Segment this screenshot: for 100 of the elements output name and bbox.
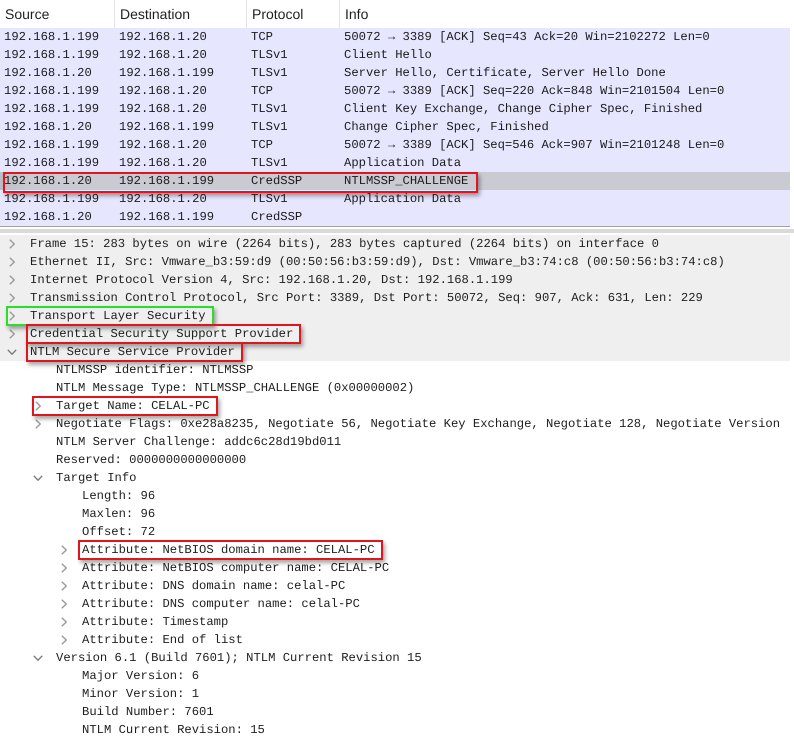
chevron-right-icon[interactable] [61, 545, 67, 555]
chevron-right-icon[interactable] [35, 419, 41, 429]
table-cell-text: 192.168.1.20 [118, 137, 208, 154]
table-cell-text: 50072 → 3389 [ACK] Seq=220 Ack=848 Win=2101504 Len=0 [343, 83, 724, 100]
table-cell-text: 192.168.1.199 [118, 119, 216, 136]
table-cell-text: 192.168.1.20 [3, 119, 93, 136]
tree-item[interactable]: Internet Protocol Version 4, Src: 192.168.1.20, Dst: 192.168.1.199 [0, 271, 790, 289]
table-cell-text: TCP [250, 29, 274, 46]
tree-item[interactable]: Attribute: DNS computer name: celal-PC [58, 595, 360, 613]
tree-item[interactable]: Transmission Control Protocol, Src Port: 3389, Dst Port: 50072, Seq: 907, Ack: 631, Len: 229 [0, 289, 790, 307]
chevron-right-icon[interactable] [61, 617, 67, 627]
tree-item[interactable]: Target Info [32, 469, 136, 487]
chevron-right-icon[interactable] [9, 257, 15, 267]
table-cell-text: TLSv1 [250, 101, 289, 118]
tree-item[interactable]: Target Name: CELAL-PC [32, 397, 210, 415]
chevron-right-icon[interactable] [61, 599, 67, 609]
packet-row[interactable]: 192.168.1.20 192.168.1.199 CredSSP NTLMSSP_CHALLENGE [0, 172, 790, 190]
table-cell-text: TLSv1 [250, 155, 289, 172]
packet-row[interactable]: 192.168.1.199 192.168.1.20 TCP 50072 → 3389 [ACK] Seq=546 Ack=907 Win=2101248 Len=0 [0, 136, 790, 154]
table-cell-text: TLSv1 [250, 47, 289, 64]
table-cell-text: 192.168.1.199 [118, 173, 216, 190]
tree-item[interactable]: Offset: 72 [82, 523, 156, 541]
tree-item[interactable]: Negotiate Flags: 0xe28a8235, Negotiate 56, Negotiate Key Exchange, Negotiate 128, Negotiate Version [32, 415, 780, 433]
chevron-right-icon[interactable] [9, 293, 15, 303]
table-cell-text: 192.168.1.20 [118, 155, 208, 172]
table-cell-text: TCP [250, 137, 274, 154]
table-cell-text: TLSv1 [250, 65, 289, 82]
tree-item[interactable]: Attribute: DNS domain name: celal-PC [58, 577, 346, 595]
packet-row[interactable]: 192.168.1.199 192.168.1.20 TCP 50072 → 3389 [ACK] Seq=220 Ack=848 Win=2101504 Len=0 [0, 82, 790, 100]
tree-item[interactable]: Attribute: NetBIOS domain name: CELAL-PC [58, 541, 375, 559]
table-cell-text: Application Data [343, 155, 462, 172]
table-cell-text: 192.168.1.20 [118, 83, 208, 100]
chevron-down-icon[interactable] [33, 655, 43, 661]
table-cell-text: TCP [250, 83, 274, 100]
table-cell-text: Application Data [343, 191, 462, 208]
table-cell-text: Client Key Exchange, Change Cipher Spec, Finished [343, 101, 702, 118]
tree-item[interactable]: Version 6.1 (Build 7601); NTLM Current Revision 15 [32, 649, 422, 667]
tree-item[interactable]: Transport Layer Security [0, 307, 790, 325]
table-cell-text: 192.168.1.20 [3, 173, 93, 190]
table-cell-text: 192.168.1.20 [118, 101, 208, 118]
tree-item[interactable]: Frame 15: 283 bytes on wire (2264 bits), 283 bytes captured (2264 bits) on interface 0 [0, 235, 790, 253]
packet-row[interactable]: 192.168.1.20 192.168.1.199 CredSSP [0, 208, 790, 226]
table-cell-text: 192.168.1.20 [118, 191, 208, 208]
tree-item[interactable]: Attribute: Timestamp [58, 613, 228, 631]
table-cell-text: TLSv1 [250, 119, 289, 136]
tree-item[interactable]: Ethernet II, Src: Vmware_b3:59:d9 (00:50:56:b3:59:d9), Dst: Vmware_b3:74:c8 (00:50:56:b3:74:c8) [0, 253, 790, 271]
chevron-right-icon[interactable] [9, 239, 15, 249]
table-cell-text: 50072 → 3389 [ACK] Seq=546 Ack=907 Win=2101248 Len=0 [343, 137, 724, 154]
tree-item[interactable]: Attribute: End of list [58, 631, 243, 649]
table-cell-text: Server Hello, Certificate, Server Hello Done [343, 65, 666, 82]
chevron-right-icon[interactable] [61, 635, 67, 645]
chevron-right-icon[interactable] [9, 329, 15, 339]
table-cell-text: 192.168.1.199 [3, 155, 100, 172]
table-cell-text: 192.168.1.20 [3, 65, 93, 82]
table-cell-text: NTLMSSP_CHALLENGE [343, 173, 468, 190]
table-cell-text: CredSSP [250, 173, 304, 190]
table-cell-text: 192.168.1.20 [3, 209, 93, 226]
tree-item[interactable]: NTLMSSP identifier: NTLMSSP [56, 361, 254, 379]
table-cell-text: Change Cipher Spec, Finished [343, 119, 549, 136]
tree-item[interactable]: NTLM Server Challenge: addc6c28d19bd011 [56, 433, 342, 451]
table-cell-text: 192.168.1.199 [3, 101, 100, 118]
packet-row[interactable]: 192.168.1.199 192.168.1.20 TLSv1 Application Data [0, 154, 790, 172]
chevron-right-icon[interactable] [35, 401, 41, 411]
column-header[interactable]: Info [340, 0, 790, 28]
tree-item[interactable]: Build Number: 7601 [82, 703, 214, 721]
chevron-down-icon[interactable] [33, 475, 43, 481]
chevron-right-icon[interactable] [61, 581, 67, 591]
tree-item[interactable]: Credential Security Support Provider [0, 325, 790, 343]
packet-row[interactable]: 192.168.1.20 192.168.1.199 TLSv1 Change Cipher Spec, Finished [0, 118, 790, 136]
tree-item[interactable]: Reserved: 0000000000000000 [56, 451, 246, 469]
packet-row[interactable]: 192.168.1.199 192.168.1.20 TCP 50072 → 3389 [ACK] Seq=43 Ack=20 Win=2102272 Len=0 [0, 28, 790, 46]
chevron-down-icon[interactable] [7, 349, 17, 355]
chevron-right-icon[interactable] [9, 275, 15, 285]
table-cell-text: 192.168.1.199 [118, 209, 216, 226]
table-cell-text: 192.168.1.199 [3, 29, 100, 46]
table-cell-text: 192.168.1.199 [3, 47, 100, 64]
packet-row[interactable]: 192.168.1.199 192.168.1.20 TLSv1 Client Key Exchange, Change Cipher Spec, Finished [0, 100, 790, 118]
chevron-right-icon[interactable] [61, 563, 67, 573]
table-cell-text: 192.168.1.20 [118, 29, 208, 46]
packet-row[interactable]: 192.168.1.199 192.168.1.20 TLSv1 Client Hello [0, 46, 790, 64]
table-cell-text: 192.168.1.199 [3, 83, 100, 100]
tree-item[interactable]: NTLM Current Revision: 15 [82, 721, 265, 739]
packet-row[interactable]: 192.168.1.199 192.168.1.20 TLSv1 Application Data [0, 190, 790, 208]
tree-item[interactable]: Minor Version: 1 [82, 685, 200, 703]
tree-item[interactable]: Maxlen: 96 [82, 505, 156, 523]
tree-item[interactable]: NTLM Message Type: NTLMSSP_CHALLENGE (0x00000002) [56, 379, 414, 397]
chevron-right-icon[interactable] [9, 311, 15, 321]
tree-item[interactable]: NTLM Secure Service Provider [0, 343, 790, 361]
tree-item[interactable]: Length: 96 [82, 487, 156, 505]
tree-item[interactable]: Major Version: 6 [82, 667, 200, 685]
packet-row[interactable]: 192.168.1.20 192.168.1.199 TLSv1 Server Hello, Certificate, Server Hello Done [0, 64, 790, 82]
table-cell-text: 192.168.1.199 [118, 65, 216, 82]
table-cell-text: 192.168.1.199 [3, 191, 100, 208]
table-cell-text: TLSv1 [250, 191, 289, 208]
table-cell-text: 50072 → 3389 [ACK] Seq=43 Ack=20 Win=2102272 Len=0 [343, 29, 710, 46]
table-cell-text: Client Hello [343, 47, 432, 64]
table-cell-text: CredSSP [250, 209, 304, 226]
tree-item[interactable]: Attribute: NetBIOS computer name: CELAL-PC [58, 559, 390, 577]
table-cell-text: 192.168.1.199 [3, 137, 100, 154]
table-cell-text: 192.168.1.20 [118, 47, 208, 64]
